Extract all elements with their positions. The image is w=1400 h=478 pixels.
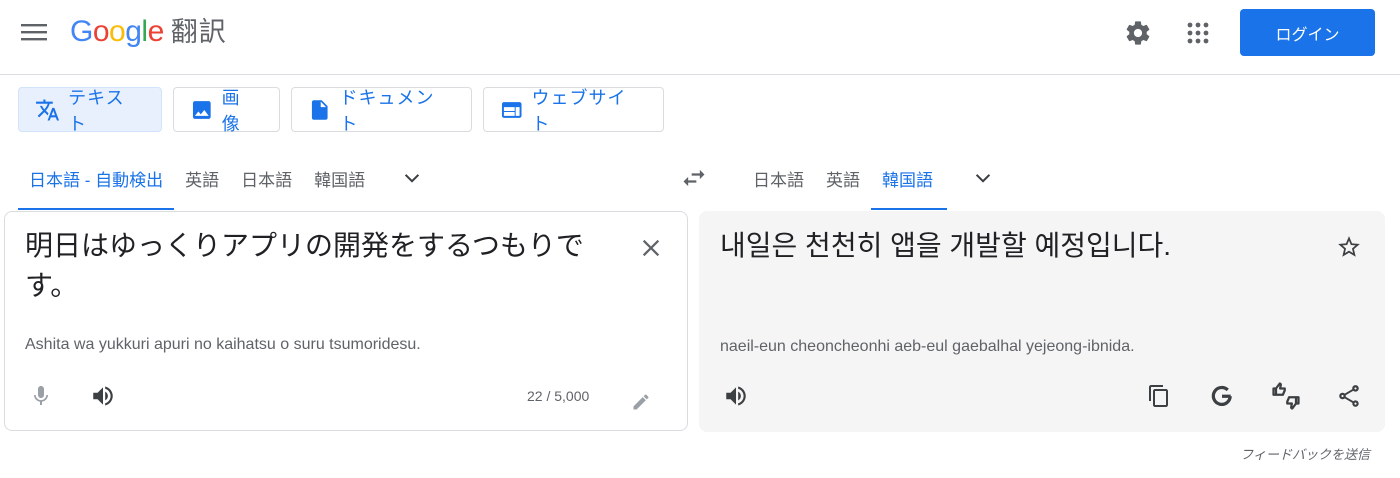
chevron-down-icon: [404, 174, 420, 183]
mode-label: 画像: [221, 87, 241, 134]
voice-input-button[interactable]: [21, 376, 61, 416]
main-menu-button[interactable]: [16, 14, 52, 50]
google-translate-logo[interactable]: Google 翻訳: [70, 12, 227, 52]
thumbs-up-down-icon: [1272, 382, 1300, 410]
share-icon: [1339, 385, 1359, 407]
logo-letter: g: [125, 15, 142, 48]
close-icon: [642, 239, 660, 257]
source-panel: 明日はゆっくりアプリの開発をするつもりです。 Ashita wa yukkuri…: [4, 211, 688, 431]
source-tab-japanese[interactable]: 日本語: [230, 146, 303, 210]
top-bar: Google 翻訳 ログイン: [0, 0, 1400, 75]
apps-grid-icon: [1187, 22, 1209, 44]
google-search-button[interactable]: [1202, 376, 1242, 416]
logo-letter: G: [70, 15, 93, 48]
target-tab-korean[interactable]: 韓国語: [871, 146, 947, 210]
copy-translation-button[interactable]: [1139, 376, 1179, 416]
speaker-icon: [93, 386, 113, 406]
clear-source-button[interactable]: [631, 228, 671, 268]
source-romanization: Ashita wa yukkuri apuri no kaihatsu o su…: [25, 336, 421, 353]
mode-selector: テキスト 画像 ドキュメント ウェブサイト: [18, 87, 664, 134]
hamburger-menu-icon: [21, 24, 47, 41]
product-name: 翻訳: [170, 17, 227, 47]
share-translation-button[interactable]: [1329, 376, 1369, 416]
source-language-more-button[interactable]: [392, 158, 432, 198]
chevron-down-icon: [975, 174, 991, 183]
speaker-icon: [726, 386, 746, 406]
target-panel: 내일은 천천히 앱을 개발할 예정입니다. naeil-eun cheonche…: [699, 211, 1385, 432]
website-icon: [501, 101, 522, 118]
apps-button[interactable]: [1178, 13, 1218, 53]
mode-website-button[interactable]: ウェブサイト: [483, 87, 664, 134]
image-icon: [192, 100, 211, 119]
gear-icon: [1126, 21, 1150, 45]
source-tab-english[interactable]: 英語: [174, 146, 230, 210]
swap-arrows-icon: [683, 169, 705, 187]
google-g-icon: [1211, 385, 1232, 406]
pencil-icon: [633, 394, 649, 410]
source-text-input[interactable]: 明日はゆっくりアプリの開発をするつもりです。: [25, 226, 615, 306]
translate-icon: [36, 99, 60, 120]
login-button[interactable]: ログイン: [1240, 9, 1375, 56]
mode-label: テキスト: [68, 87, 125, 134]
target-tab-japanese[interactable]: 日本語: [742, 146, 815, 210]
save-translation-button[interactable]: [1329, 227, 1369, 267]
source-language-tabs: 日本語 - 自動検出 英語 日本語 韓国語: [18, 146, 432, 210]
target-romanization: naeil-eun cheoncheonhi aeb-eul gaebalhal…: [720, 338, 1135, 355]
character-count: 22 / 5,000: [527, 388, 590, 404]
translated-text: 내일은 천천히 앱을 개발할 예정입니다.: [720, 230, 1172, 261]
mode-text-button[interactable]: テキスト: [18, 87, 162, 134]
microphone-icon: [34, 386, 48, 405]
settings-button[interactable]: [1118, 13, 1158, 53]
source-tab-detect[interactable]: 日本語 - 自動検出: [18, 146, 175, 210]
target-language-tabs: 日本語 英語 韓国語: [742, 146, 1003, 210]
logo-letter: o: [92, 15, 110, 48]
logo-letter: o: [109, 15, 126, 48]
listen-translation-button[interactable]: [716, 376, 756, 416]
logo-letter: e: [147, 15, 165, 48]
send-feedback-link[interactable]: フィードバックを送信: [1240, 444, 1370, 463]
source-tab-korean[interactable]: 韓国語: [303, 146, 376, 210]
mode-label: ウェブサイト: [531, 87, 627, 134]
mode-document-button[interactable]: ドキュメント: [291, 87, 472, 134]
listen-source-button[interactable]: [83, 376, 123, 416]
rate-translation-button[interactable]: [1266, 376, 1306, 416]
copy-icon: [1149, 385, 1168, 407]
swap-languages-button[interactable]: [674, 158, 714, 198]
mode-image-button[interactable]: 画像: [173, 87, 280, 134]
target-language-more-button[interactable]: [963, 158, 1003, 198]
edit-button[interactable]: [621, 382, 661, 422]
star-outline-icon: [1338, 236, 1360, 257]
document-icon: [311, 99, 328, 120]
target-tab-english[interactable]: 英語: [815, 146, 871, 210]
mode-label: ドキュメント: [339, 87, 435, 134]
